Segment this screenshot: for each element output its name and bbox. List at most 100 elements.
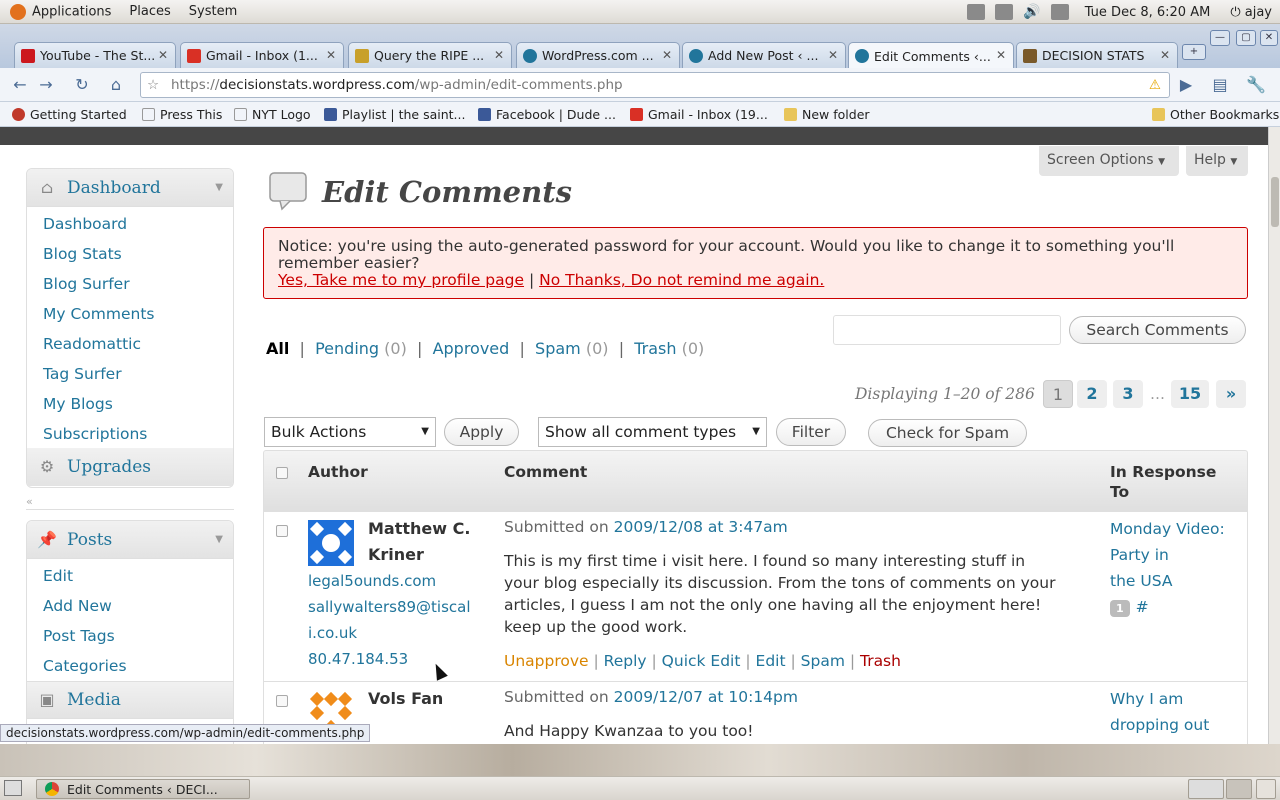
show-desktop-icon[interactable] bbox=[4, 780, 22, 796]
filter-pending[interactable]: Pending bbox=[315, 339, 379, 358]
tab-decision-stats[interactable]: DECISION STATS ✕ bbox=[1016, 42, 1178, 68]
home-button[interactable]: ⌂ bbox=[106, 75, 126, 95]
go-icon[interactable]: ▶ bbox=[1176, 75, 1196, 95]
forward-button[interactable]: → bbox=[36, 75, 56, 95]
bookmark-getting-started[interactable]: Getting Started bbox=[12, 107, 127, 122]
comment-date-link[interactable]: 2009/12/08 at 3:47am bbox=[614, 518, 788, 536]
new-tab-button[interactable]: + bbox=[1182, 44, 1206, 60]
menu-item-blog-surfer[interactable]: Blog Surfer bbox=[27, 269, 233, 299]
taskbar-window-button[interactable]: Edit Comments ‹ DECI... bbox=[36, 779, 250, 799]
reply-link[interactable]: Reply bbox=[604, 652, 647, 670]
close-window-button[interactable]: ✕ bbox=[1260, 30, 1278, 46]
filter-button[interactable]: Filter bbox=[776, 418, 846, 446]
unapprove-link[interactable]: Unapprove bbox=[504, 652, 589, 670]
back-button[interactable]: ← bbox=[10, 75, 30, 95]
close-icon[interactable]: ✕ bbox=[158, 48, 168, 62]
trash-icon[interactable] bbox=[1256, 779, 1276, 799]
tab-ripe[interactable]: Query the RIPE ... ✕ bbox=[348, 42, 512, 68]
response-post-link-2[interactable]: Party in bbox=[1110, 542, 1169, 568]
menu-item-my-comments[interactable]: My Comments bbox=[27, 299, 233, 329]
places-menu[interactable]: Places bbox=[129, 4, 170, 19]
author-email-link[interactable]: sallywalters89@tiscal bbox=[308, 594, 471, 620]
menu-item-categories[interactable]: Categories bbox=[27, 651, 233, 681]
minimize-button[interactable]: — bbox=[1210, 30, 1230, 46]
menu-item-tag-surfer[interactable]: Tag Surfer bbox=[27, 359, 233, 389]
filter-all[interactable]: All bbox=[266, 339, 289, 358]
menu-item-add-new[interactable]: Add New bbox=[27, 591, 233, 621]
apply-button[interactable]: Apply bbox=[444, 418, 519, 446]
tab-gmail[interactable]: Gmail - Inbox (1... ✕ bbox=[180, 42, 344, 68]
column-comment[interactable]: Comment bbox=[504, 463, 587, 481]
wrench-icon[interactable]: 🔧 bbox=[1246, 75, 1266, 95]
address-bar[interactable]: ☆ https://decisionstats.wordpress.com/wp… bbox=[140, 72, 1170, 98]
quick-edit-link[interactable]: Quick Edit bbox=[662, 652, 741, 670]
menu-item-subscriptions[interactable]: Subscriptions bbox=[27, 419, 233, 449]
row-checkbox[interactable] bbox=[276, 525, 288, 537]
edit-link[interactable]: Edit bbox=[756, 652, 786, 670]
tab-add-new-post[interactable]: Add New Post ‹ ... ✕ bbox=[682, 42, 846, 68]
menu-item-blog-stats[interactable]: Blog Stats bbox=[27, 239, 233, 269]
tab-youtube[interactable]: YouTube - The St... ✕ bbox=[14, 42, 176, 68]
bookmark-facebook[interactable]: Facebook | Dude ... bbox=[478, 107, 616, 122]
menu-item-post-tags[interactable]: Post Tags bbox=[27, 621, 233, 651]
column-in-response-to-2[interactable]: To bbox=[1110, 483, 1129, 501]
author-email-link-2[interactable]: i.co.uk bbox=[308, 620, 357, 646]
menu-item-edit[interactable]: Edit bbox=[27, 561, 233, 591]
close-icon[interactable]: ✕ bbox=[1160, 48, 1170, 62]
close-icon[interactable]: ✕ bbox=[828, 48, 838, 62]
page-scrollbar[interactable] bbox=[1268, 127, 1280, 744]
column-author[interactable]: Author bbox=[308, 463, 368, 481]
page-15[interactable]: 15 bbox=[1171, 380, 1209, 408]
tab-wordpress[interactable]: WordPress.com ... ✕ bbox=[516, 42, 680, 68]
response-post-link[interactable]: Monday Video: bbox=[1110, 516, 1225, 542]
comment-date-link[interactable]: 2009/12/07 at 10:14pm bbox=[614, 688, 798, 706]
other-bookmarks[interactable]: Other Bookmarks bbox=[1152, 107, 1279, 122]
close-icon[interactable]: ✕ bbox=[996, 48, 1006, 62]
page-3[interactable]: 3 bbox=[1113, 380, 1143, 408]
page-menu-icon[interactable]: ▤ bbox=[1210, 75, 1230, 95]
response-post-link-2[interactable]: dropping out bbox=[1110, 712, 1209, 738]
messaging-icon[interactable] bbox=[1050, 4, 1069, 20]
author-ip-link[interactable]: 80.47.184.53 bbox=[308, 646, 408, 672]
bookmark-gmail[interactable]: Gmail - Inbox (19... bbox=[630, 107, 768, 122]
row-checkbox[interactable] bbox=[276, 695, 288, 707]
response-post-link-3[interactable]: the USA bbox=[1110, 568, 1172, 594]
response-post-link[interactable]: Why I am bbox=[1110, 686, 1183, 712]
chevron-down-icon[interactable]: ▼ bbox=[215, 182, 223, 193]
star-icon[interactable]: ☆ bbox=[147, 73, 159, 97]
close-icon[interactable]: ✕ bbox=[326, 48, 336, 62]
help-button[interactable]: Help ▼ bbox=[1186, 146, 1248, 176]
search-input[interactable] bbox=[833, 315, 1061, 345]
filter-approved[interactable]: Approved bbox=[433, 339, 510, 358]
search-comments-button[interactable]: Search Comments bbox=[1069, 316, 1246, 344]
page-2[interactable]: 2 bbox=[1077, 380, 1107, 408]
close-icon[interactable]: ✕ bbox=[494, 48, 504, 62]
comment-types-select[interactable]: Show all comment types ▼ bbox=[538, 417, 767, 447]
menu-item-readomattic[interactable]: Readomattic bbox=[27, 329, 233, 359]
profile-page-link[interactable]: Yes, Take me to my profile page bbox=[278, 271, 524, 289]
menu-dashboard[interactable]: ⌂ Dashboard ▼ bbox=[27, 169, 233, 207]
network-icon[interactable] bbox=[967, 4, 986, 20]
workspace-2[interactable] bbox=[1226, 779, 1252, 799]
filter-trash[interactable]: Trash bbox=[634, 339, 676, 358]
next-page[interactable]: » bbox=[1216, 380, 1246, 408]
scrollbar-thumb[interactable] bbox=[1271, 177, 1279, 227]
response-permalink[interactable]: # bbox=[1136, 598, 1149, 616]
trash-link[interactable]: Trash bbox=[860, 652, 901, 670]
do-not-remind-link[interactable]: No Thanks, Do not remind me again. bbox=[539, 271, 824, 289]
bookmark-nyt-logo[interactable]: NYT Logo bbox=[234, 107, 311, 122]
column-in-response-to[interactable]: In Response bbox=[1110, 463, 1216, 481]
system-menu[interactable]: System bbox=[189, 4, 237, 19]
collapse-menu[interactable]: « bbox=[26, 494, 234, 510]
filter-spam[interactable]: Spam bbox=[535, 339, 581, 358]
warning-icon[interactable]: ⚠ bbox=[1149, 73, 1161, 97]
bulk-actions-select[interactable]: Bulk Actions ▼ bbox=[264, 417, 436, 447]
tab-edit-comments[interactable]: Edit Comments ‹... ✕ bbox=[848, 42, 1014, 69]
chevron-down-icon[interactable]: ▼ bbox=[215, 534, 223, 545]
screen-options-button[interactable]: Screen Options ▼ bbox=[1039, 146, 1179, 176]
workspace-1[interactable] bbox=[1188, 779, 1224, 799]
menu-item-my-blogs[interactable]: My Blogs bbox=[27, 389, 233, 419]
menu-media[interactable]: ▣ Media bbox=[27, 681, 233, 719]
close-icon[interactable]: ✕ bbox=[662, 48, 672, 62]
volume-icon[interactable]: 🔊 bbox=[1023, 4, 1040, 20]
